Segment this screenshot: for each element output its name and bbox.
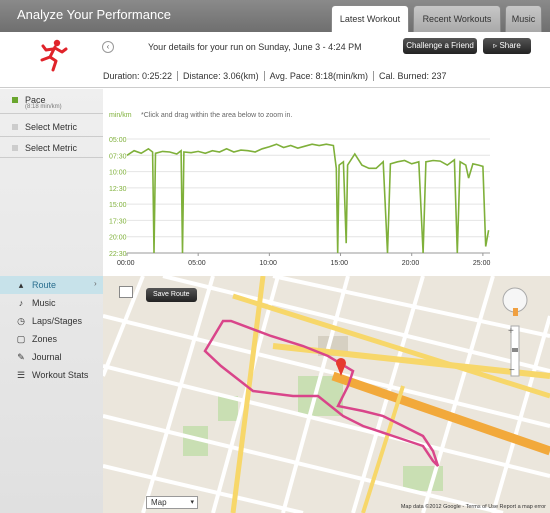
workout-header: ‹ Your details for your run on Sunday, J… xyxy=(0,32,550,88)
pace-chart-svg[interactable]: min/km *Click and drag within the area be… xyxy=(103,89,550,275)
sidebar-item-music[interactable]: ♪ Music xyxy=(0,294,103,312)
sidebar-item-label: Route xyxy=(32,280,57,290)
stat-pace: Avg. Pace: 8:18(min/km) xyxy=(265,71,374,81)
metric-checkbox xyxy=(12,124,18,130)
map-type-select[interactable]: Map ▾ xyxy=(146,496,198,509)
pegman-icon xyxy=(513,308,518,316)
shoe-icon: ▴ xyxy=(18,280,24,290)
run-details: Your details for your run on Sunday, Jun… xyxy=(148,42,362,52)
chart-y-tick: 05:00 xyxy=(109,137,127,144)
sidebar-item-laps[interactable]: ◷ Laps/Stages xyxy=(0,312,103,330)
sidebar-item-label: Workout Stats xyxy=(32,370,89,380)
metric-sub: (8:18 min/km) xyxy=(25,104,62,110)
sidebar-item-label: Music xyxy=(32,298,56,308)
metric-checkbox xyxy=(12,145,18,151)
chevron-down-icon: ▾ xyxy=(190,499,194,506)
sidebar-item-route[interactable]: ▴ Route › xyxy=(0,276,103,294)
sidebar: Pace (8:18 min/km) Select Metric Select … xyxy=(0,89,103,513)
fullscreen-icon[interactable] xyxy=(119,286,133,298)
sidebar-item-workout-stats[interactable]: ☰ Workout Stats xyxy=(0,366,103,384)
metric-label: Select Metric xyxy=(25,143,78,153)
challenge-friend-button[interactable]: Challenge a Friend xyxy=(403,38,477,54)
stat-calories: Cal. Burned: 237 xyxy=(378,71,447,81)
metric-pace[interactable]: Pace (8:18 min/km) xyxy=(0,91,103,114)
tab-recent-workouts[interactable]: Recent Workouts xyxy=(413,5,501,32)
runner-icon xyxy=(40,39,68,72)
chart-y-tick: 10:00 xyxy=(109,170,127,177)
tab-music[interactable]: Music xyxy=(505,5,542,32)
stat-distance: Distance: 3.06(km) xyxy=(178,71,265,81)
chart-hint: *Click and drag within the area below to… xyxy=(141,112,292,119)
chart-y-tick: 17:30 xyxy=(109,218,127,225)
pace-chart[interactable]: min/km *Click and drag within the area be… xyxy=(103,89,550,275)
sidebar-item-label: Zones xyxy=(32,334,58,344)
chart-y-tick: 22:30 xyxy=(109,251,127,258)
chart-x-tick: 10:00 xyxy=(259,260,277,267)
zones-icon: ▢ xyxy=(16,334,26,344)
stopwatch-icon: ◷ xyxy=(17,316,25,326)
share-button[interactable]: ▹ Share xyxy=(483,38,531,54)
chart-x-tick: 20:00 xyxy=(402,260,420,267)
chart-x-tick: 00:00 xyxy=(117,260,135,267)
sidebar-item-zones[interactable]: ▢ Zones xyxy=(0,330,103,348)
stats-list-icon: ☰ xyxy=(16,370,26,380)
sidebar-item-journal[interactable]: ✎ Journal xyxy=(0,348,103,366)
metric-label: Select Metric xyxy=(25,122,78,132)
chart-x-tick: 05:00 xyxy=(188,260,206,267)
route-map[interactable]: + − Save Route Map ▾ Map data ©2012 Goog… xyxy=(103,276,550,513)
svg-text:+: + xyxy=(508,326,514,337)
tab-latest-workout[interactable]: Latest Workout xyxy=(331,5,409,33)
chevron-left-icon[interactable]: ‹ xyxy=(102,41,114,53)
metric-color-swatch xyxy=(12,97,18,103)
chart-y-tick: 15:00 xyxy=(109,202,127,209)
svg-text:−: − xyxy=(509,365,515,376)
music-note-icon: ♪ xyxy=(18,298,24,308)
stat-duration: Duration: 0:25:22 xyxy=(103,71,179,81)
map-footer: Map data ©2012 Google - Terms of Use Rep… xyxy=(400,504,546,510)
chart-x-tick: 15:00 xyxy=(331,260,349,267)
share-label: Share xyxy=(499,41,521,50)
metric-select-1[interactable]: Select Metric xyxy=(0,118,103,137)
save-route-button[interactable]: Save Route xyxy=(146,288,197,302)
journal-icon: ✎ xyxy=(17,352,25,362)
sidebar-item-label: Laps/Stages xyxy=(32,316,83,326)
sidebar-item-label: Journal xyxy=(32,352,62,362)
chevron-right-icon: › xyxy=(94,279,97,288)
chart-y-tick: 20:00 xyxy=(109,235,127,242)
map-type-label: Map xyxy=(151,498,167,507)
metric-select-2[interactable]: Select Metric xyxy=(0,139,103,158)
map-roads: + − xyxy=(103,276,550,513)
app-title: Analyze Your Performance xyxy=(17,7,171,22)
chart-x-tick: 25:00 xyxy=(473,260,491,267)
megaphone-icon: ▹ xyxy=(493,41,498,50)
chart-y-label: min/km xyxy=(109,112,132,119)
chart-y-tick: 12:30 xyxy=(109,186,127,193)
workout-stats: Duration: 0:25:22 Distance: 3.06(km) Avg… xyxy=(103,71,452,81)
chart-y-tick: 07:30 xyxy=(109,153,127,160)
